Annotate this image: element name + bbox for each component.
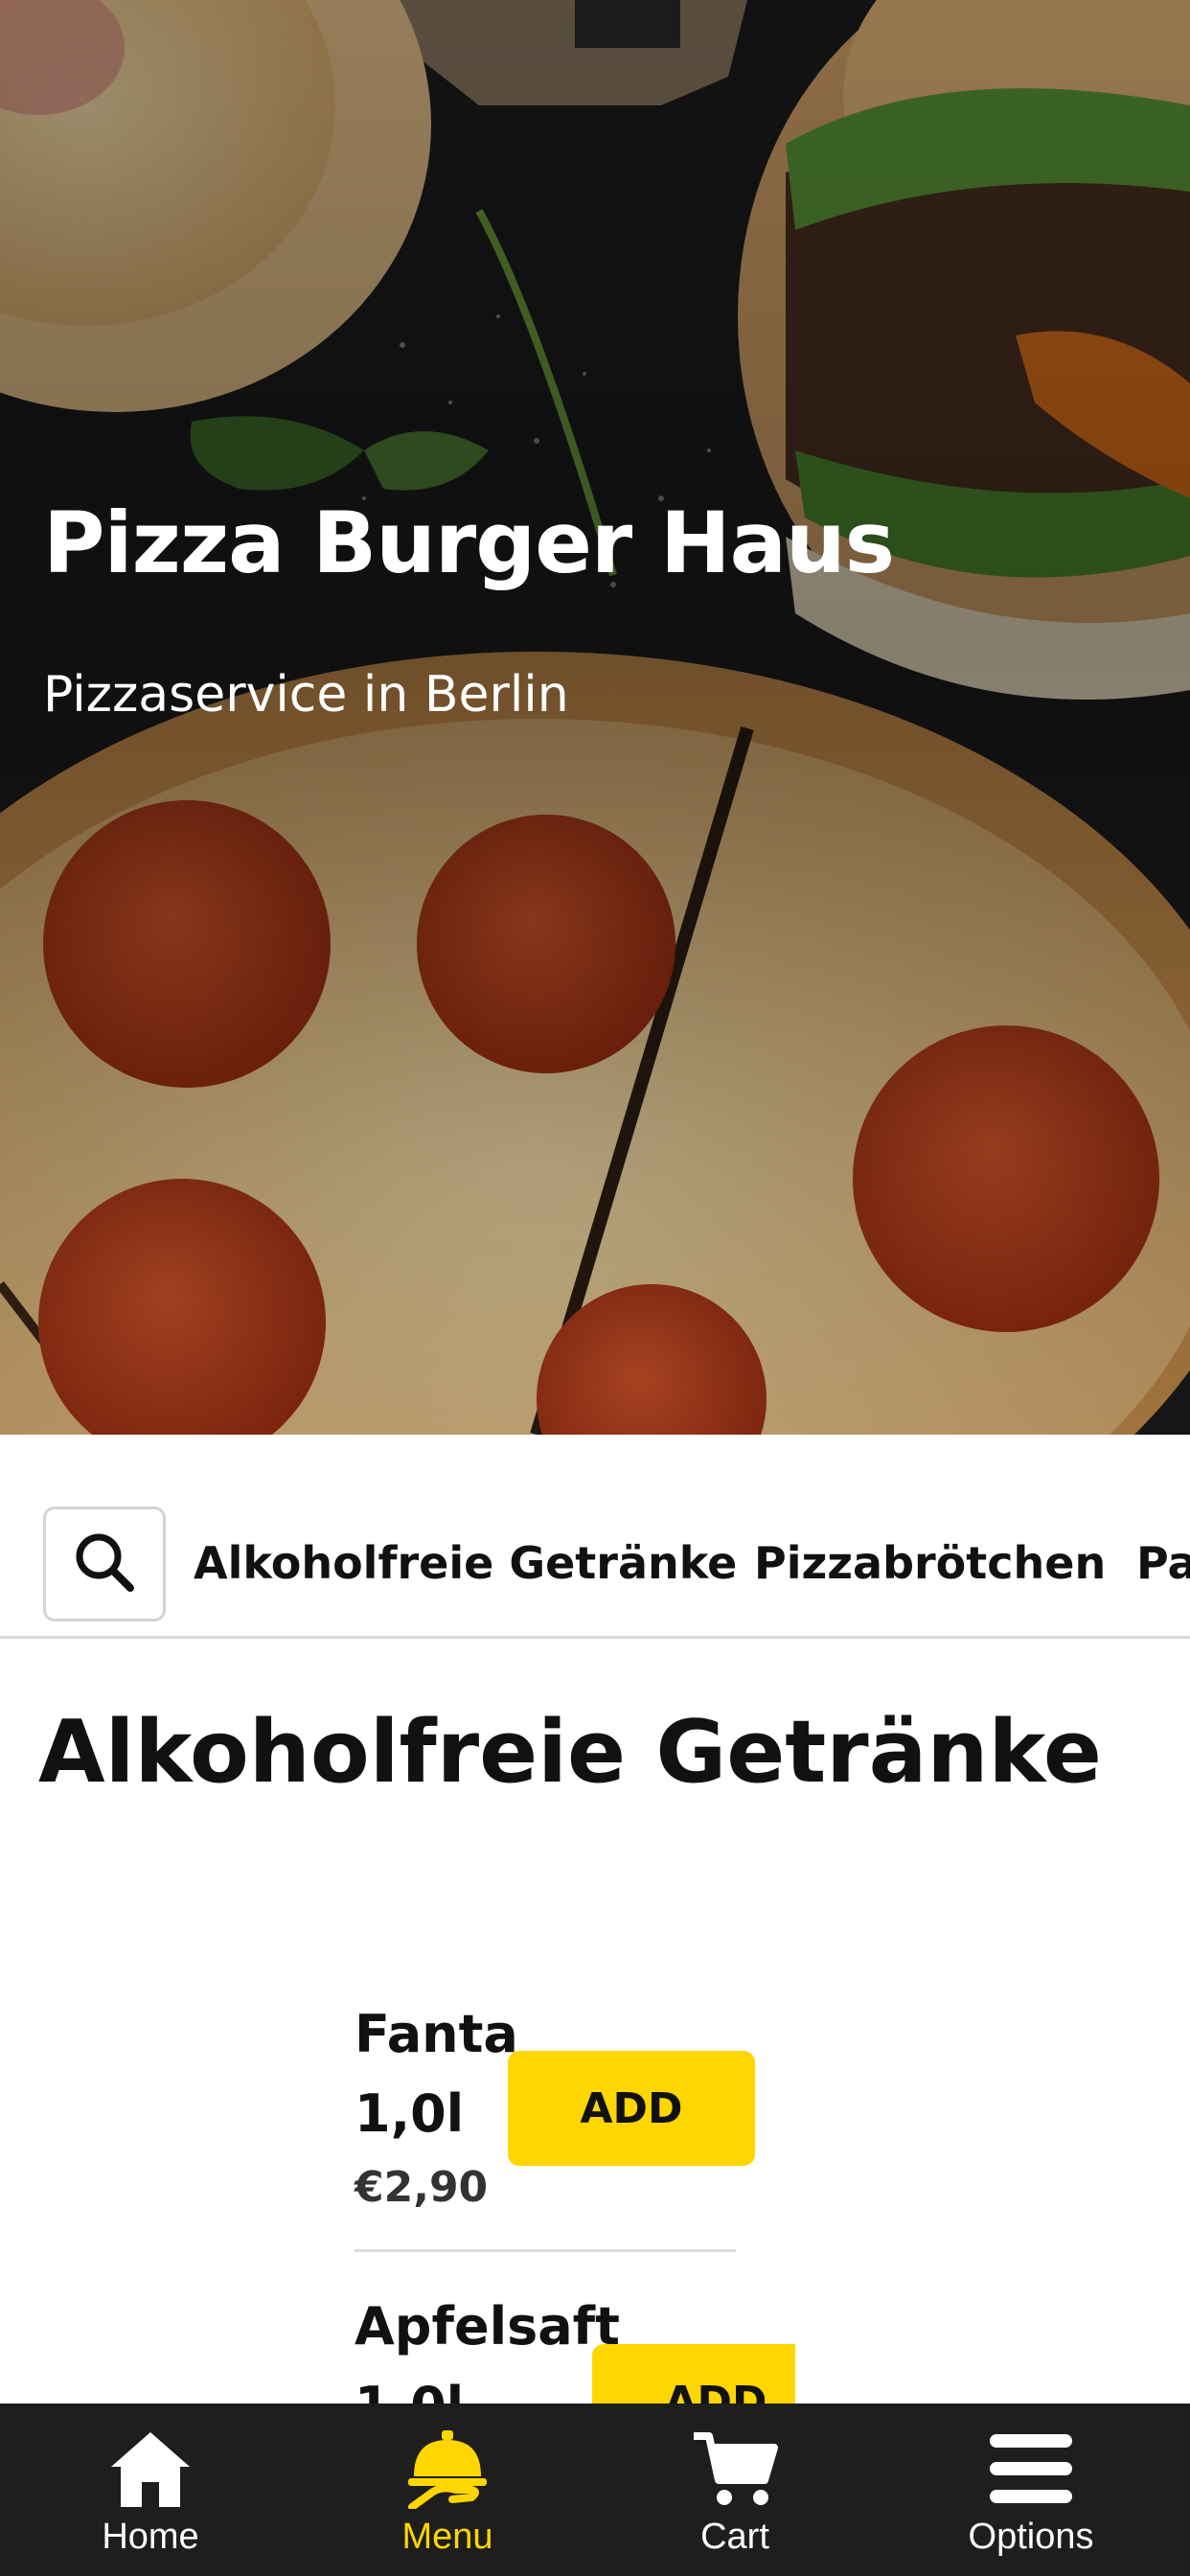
- nav-cart-label: Cart: [700, 2517, 769, 2557]
- nav-options[interactable]: Options: [882, 2404, 1179, 2576]
- menu-bell-icon: [404, 2428, 491, 2513]
- nav-home-label: Home: [102, 2517, 199, 2557]
- hamburger-icon: [988, 2428, 1074, 2513]
- menu-item: Fanta 1,0l €2,90 ADD: [355, 1998, 795, 2257]
- add-button[interactable]: ADD: [508, 2051, 755, 2166]
- search-button[interactable]: [43, 1506, 166, 1622]
- category-tab-partial[interactable]: Pa: [1136, 1537, 1190, 1589]
- item-name: Apfelsaft: [355, 2296, 620, 2357]
- nav-menu[interactable]: Menu: [299, 2404, 596, 2576]
- hero-banner: Pizza Burger Haus Pizzaservice in Berlin: [0, 0, 1190, 1435]
- bottom-nav: Home Menu Cart Options: [0, 2404, 1190, 2576]
- home-icon: [107, 2428, 194, 2513]
- category-tab-alkoholfreie-getraenke[interactable]: Alkoholfreie Getränke: [194, 1537, 737, 1589]
- category-bar: Alkoholfreie Getränke Pizzabrötchen Pa: [0, 1435, 1190, 1639]
- category-tab-pizzabroetchen[interactable]: Pizzabrötchen: [754, 1537, 1106, 1589]
- restaurant-name: Pizza Burger Haus: [43, 494, 895, 592]
- item-size: 1,0l: [355, 2376, 464, 2404]
- restaurant-subtitle: Pizzaservice in Berlin: [43, 666, 569, 724]
- cart-icon: [692, 2428, 778, 2513]
- nav-options-label: Options: [968, 2517, 1094, 2557]
- section-title: Alkoholfreie Getränke: [38, 1702, 1102, 1803]
- item-divider: [355, 2249, 736, 2252]
- menu-item: Apfelsaft 1,0l ADD: [355, 2290, 795, 2404]
- item-name: Fanta: [355, 2004, 518, 2064]
- search-icon: [73, 1530, 136, 1598]
- item-price: €2,90: [355, 2163, 489, 2212]
- item-size: 1,0l: [355, 2083, 465, 2144]
- add-button[interactable]: ADD: [592, 2344, 795, 2404]
- nav-cart[interactable]: Cart: [586, 2404, 883, 2576]
- nav-home[interactable]: Home: [2, 2404, 299, 2576]
- nav-menu-label: Menu: [401, 2517, 493, 2557]
